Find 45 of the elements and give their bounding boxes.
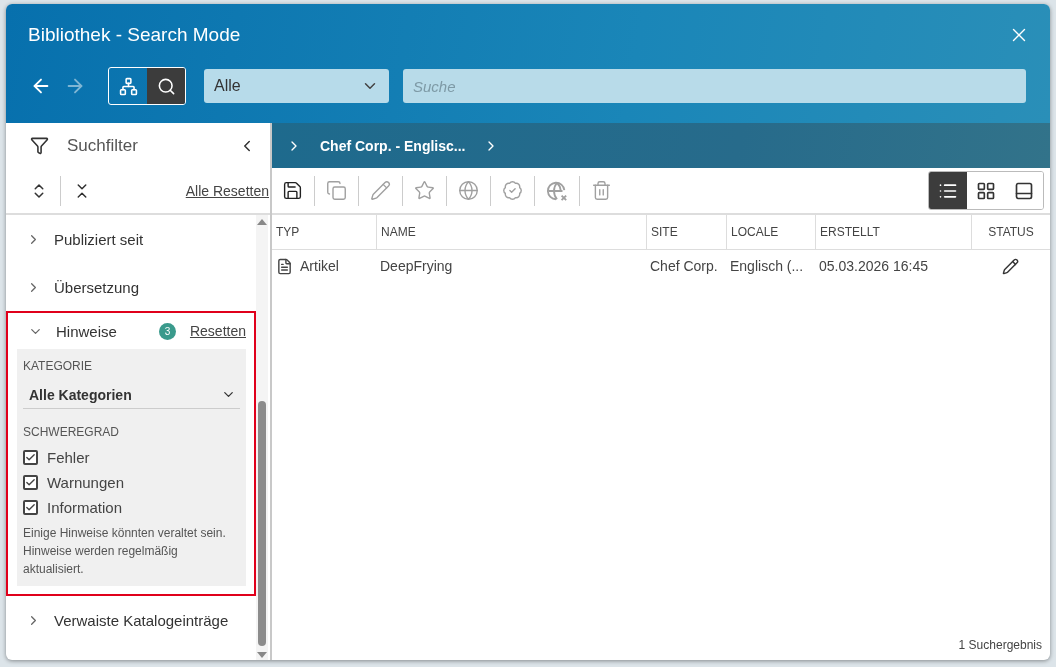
category-dropdown[interactable]: Alle Kategorien: [23, 381, 240, 409]
column-header[interactable]: LOCALE: [726, 215, 815, 250]
window-title: Bibliothek - Search Mode: [28, 24, 241, 46]
column-header[interactable]: TYP: [272, 215, 376, 250]
count-badge: 3: [158, 322, 176, 340]
result-count: 1 Suchergebnis: [957, 637, 1043, 654]
column-header[interactable]: STATUS: [971, 215, 1050, 250]
checkbox-label[interactable]: Information: [47, 499, 123, 516]
column-header[interactable]: ERSTELLT: [815, 215, 971, 250]
table-cell-text: Englisch (...: [729, 257, 805, 276]
scope-select[interactable]: Alle: [204, 69, 389, 103]
reset-link[interactable]: Resetten: [189, 323, 246, 339]
table-cell-text: DeepFrying: [379, 257, 454, 276]
search-field[interactable]: Suche: [403, 69, 1026, 103]
search-icon[interactable]: [147, 68, 185, 104]
info-note: Einige Hinweise könnten veraltet sein. Hinweise werden regelmäßig aktualisiert.: [23, 525, 227, 578]
filter-label[interactable]: Verwaiste Katalogeinträge: [54, 611, 229, 629]
checkbox-label[interactable]: Warnungen: [47, 474, 124, 491]
table-cell-text: 05.03.2026 16:45: [818, 257, 929, 276]
severity-label: SCHWEREGRAD: [23, 425, 120, 439]
check-icon: [25, 477, 36, 488]
table-cell-text: Chef Corp.: [649, 257, 719, 276]
category-label: KATEGORIE: [23, 359, 94, 373]
checkbox[interactable]: [23, 450, 38, 465]
scroll-up-icon[interactable]: [257, 219, 267, 225]
filter-label[interactable]: Übersetzung: [54, 278, 140, 296]
list-icon[interactable]: [929, 172, 967, 209]
checkbox[interactable]: [23, 500, 38, 515]
check-icon: [25, 502, 36, 513]
document-icon: [276, 257, 293, 275]
filter-icon: [30, 136, 49, 155]
column-header[interactable]: NAME: [376, 215, 646, 250]
save-icon[interactable]: [282, 180, 303, 201]
scroll-down-icon[interactable]: [257, 652, 267, 658]
filter-label[interactable]: Publiziert seit: [54, 230, 144, 248]
column-header[interactable]: SITE: [646, 215, 726, 250]
check-icon: [25, 452, 36, 463]
reset-all-link[interactable]: Alle Resetten: [185, 182, 269, 199]
checkbox-label[interactable]: Fehler: [47, 449, 90, 466]
sidebar-title: Suchfilter: [67, 135, 139, 156]
breadcrumb-item[interactable]: Chef Corp. - Englisc...: [320, 137, 466, 154]
checkbox[interactable]: [23, 475, 38, 490]
filter-label[interactable]: Hinweise: [56, 322, 117, 340]
table-cell: Artikel: [300, 258, 339, 274]
scrollbar[interactable]: [256, 215, 268, 660]
